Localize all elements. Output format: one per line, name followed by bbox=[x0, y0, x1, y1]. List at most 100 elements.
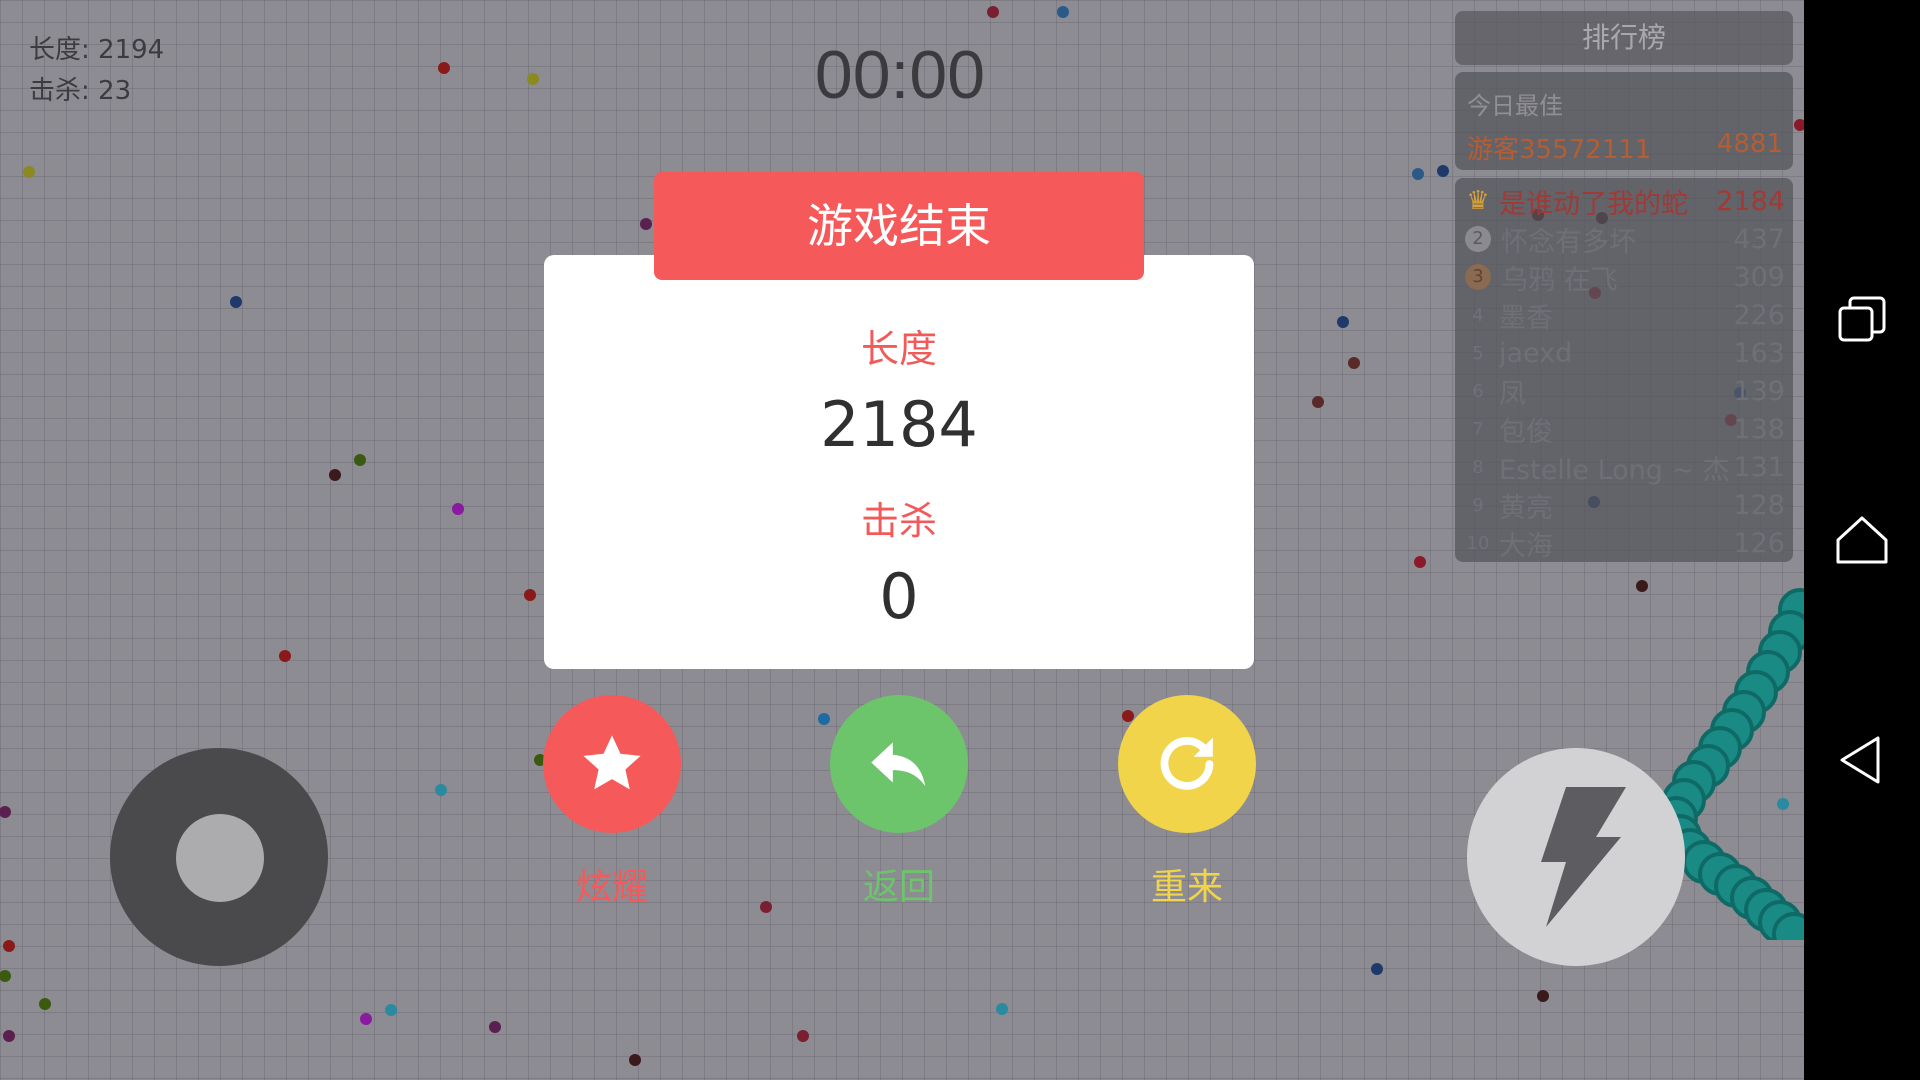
rank-badge: 2 bbox=[1465, 226, 1491, 252]
food-pellet bbox=[1437, 165, 1449, 177]
leaderboard-score: 226 bbox=[1733, 299, 1785, 331]
leaderboard-row: 5 jaexd 163 bbox=[1463, 334, 1785, 372]
food-pellet bbox=[818, 713, 830, 725]
rank-number: 7 bbox=[1472, 418, 1484, 440]
match-timer: 00:00 bbox=[814, 37, 986, 113]
food-pellet bbox=[3, 1030, 15, 1042]
reply-arrow-icon bbox=[871, 742, 926, 787]
leaderboard-name: jaexd bbox=[1499, 337, 1573, 369]
food-pellet bbox=[1371, 963, 1383, 975]
leaderboard-row: 2 怀念有多坏 437 bbox=[1463, 220, 1785, 258]
food-pellet bbox=[640, 218, 652, 230]
rank-number: 4 bbox=[1472, 304, 1484, 326]
final-kills-value: 0 bbox=[879, 560, 919, 633]
kills-stat-label: 击杀 bbox=[29, 76, 82, 106]
star-icon bbox=[583, 735, 641, 790]
rank-number: 6 bbox=[1472, 380, 1484, 402]
food-pellet bbox=[1414, 556, 1426, 568]
leaderboard-row: 3 乌鸦 在飞 309 bbox=[1463, 258, 1785, 296]
recent-apps-icon[interactable] bbox=[1834, 292, 1890, 348]
leaderboard-score: 309 bbox=[1733, 261, 1785, 293]
leaderboard-score: 139 bbox=[1733, 375, 1785, 407]
best-name: 游客35572111 bbox=[1467, 135, 1652, 165]
back-button[interactable] bbox=[830, 695, 968, 833]
leaderboard-name: 墨香 bbox=[1499, 302, 1553, 334]
joystick-knob[interactable] bbox=[176, 814, 264, 902]
leaderboard-row: 8 Estelle Long ~ 杰 131 bbox=[1463, 448, 1785, 486]
rank-number: 9 bbox=[1472, 494, 1484, 516]
leaderboard-name: 黄亮 bbox=[1499, 492, 1553, 524]
food-pellet bbox=[527, 73, 539, 85]
food-pellet bbox=[329, 469, 341, 481]
rank-number: 10 bbox=[1466, 532, 1490, 554]
food-pellet bbox=[1794, 119, 1804, 131]
food-pellet bbox=[629, 1054, 641, 1066]
player-stats: 长度: 2194 击杀: 23 bbox=[29, 30, 164, 112]
leaderboard-score: 128 bbox=[1733, 489, 1785, 521]
leaderboard-score: 2184 bbox=[1716, 185, 1785, 217]
best-score: 4881 bbox=[1716, 129, 1783, 159]
food-pellet bbox=[279, 650, 291, 662]
leaderboard-score: 131 bbox=[1733, 451, 1785, 483]
food-pellet bbox=[452, 503, 464, 515]
back-triangle-icon[interactable] bbox=[1834, 732, 1890, 788]
leaderboard-name: 包俊 bbox=[1499, 416, 1553, 448]
food-pellet bbox=[996, 1003, 1008, 1015]
leaderboard-row: 6 凤 139 bbox=[1463, 372, 1785, 410]
leaderboard-score: 163 bbox=[1733, 337, 1785, 369]
food-pellet bbox=[39, 998, 51, 1010]
length-stat: 长度: 2194 bbox=[29, 35, 165, 65]
leaderboard-name: 怀念有多坏 bbox=[1501, 226, 1636, 258]
game-field: 长度: 2194 击杀: 23 00:00 排行榜 今日最佳 游客3557211… bbox=[0, 0, 1804, 1080]
food-pellet bbox=[489, 1021, 501, 1033]
crown-icon: ♛ bbox=[1466, 186, 1490, 216]
rank-number: 5 bbox=[1472, 342, 1484, 364]
food-pellet bbox=[360, 1013, 372, 1025]
final-length-value: 2184 bbox=[820, 388, 978, 461]
leaderboard-score: 126 bbox=[1733, 527, 1785, 559]
rank-number: 8 bbox=[1472, 456, 1484, 478]
leaderboard-row: 7 包俊 138 bbox=[1463, 410, 1785, 448]
best-label: 今日最佳 bbox=[1467, 92, 1563, 120]
length-stat-label: 长度 bbox=[29, 35, 82, 65]
food-pellet bbox=[760, 901, 772, 913]
retry-button[interactable] bbox=[1118, 695, 1256, 833]
leaderboard-list: ♛ 是谁动了我的蛇 2184 2 怀念有多坏 437 3 乌鸦 在飞 309 4… bbox=[1455, 178, 1793, 562]
share-label[interactable]: 炫耀 bbox=[512, 858, 712, 910]
leaderboard-title[interactable]: 排行榜 bbox=[1455, 11, 1793, 65]
kills-stat-value: 23 bbox=[98, 76, 132, 106]
food-pellet bbox=[1337, 316, 1349, 328]
length-stat-value: 2194 bbox=[98, 35, 165, 65]
final-length-label: 长度 bbox=[860, 327, 937, 371]
leaderboard-name: 是谁动了我的蛇 bbox=[1499, 188, 1688, 220]
leaderboard-row: 9 黄亮 128 bbox=[1463, 486, 1785, 524]
leaderboard-name: 大海 bbox=[1499, 530, 1553, 562]
leaderboard-score: 437 bbox=[1733, 223, 1785, 255]
kills-stat: 击杀: 23 bbox=[29, 76, 132, 106]
food-pellet bbox=[524, 589, 536, 601]
leaderboard-best: 今日最佳 游客35572111 4881 bbox=[1455, 72, 1793, 170]
food-pellet bbox=[1412, 168, 1424, 180]
food-pellet bbox=[435, 784, 447, 796]
food-pellet bbox=[354, 454, 366, 466]
game-over-title: 游戏结束 bbox=[654, 172, 1144, 280]
leaderboard-name: Estelle Long ~ 杰 bbox=[1499, 454, 1730, 486]
best-row: 游客35572111 4881 bbox=[1467, 129, 1783, 166]
leaderboard-row: 4 墨香 226 bbox=[1463, 296, 1785, 334]
food-pellet bbox=[0, 806, 11, 818]
boost-button[interactable] bbox=[1467, 748, 1685, 966]
retry-label[interactable]: 重来 bbox=[1087, 858, 1287, 910]
food-pellet bbox=[23, 166, 35, 178]
leaderboard-row: ♛ 是谁动了我的蛇 2184 bbox=[1463, 182, 1785, 220]
lightning-icon bbox=[1541, 787, 1626, 927]
leaderboard-name: 凤 bbox=[1499, 378, 1526, 410]
food-pellet bbox=[1312, 396, 1324, 408]
food-pellet bbox=[1348, 357, 1360, 369]
back-label[interactable]: 返回 bbox=[799, 858, 999, 910]
final-kills-label: 击杀 bbox=[860, 499, 937, 543]
food-pellet bbox=[230, 296, 242, 308]
home-icon[interactable] bbox=[1834, 512, 1890, 568]
leaderboard-name: 乌鸦 在飞 bbox=[1501, 264, 1618, 296]
share-button[interactable] bbox=[543, 695, 681, 833]
rank-badge: 3 bbox=[1465, 264, 1491, 290]
